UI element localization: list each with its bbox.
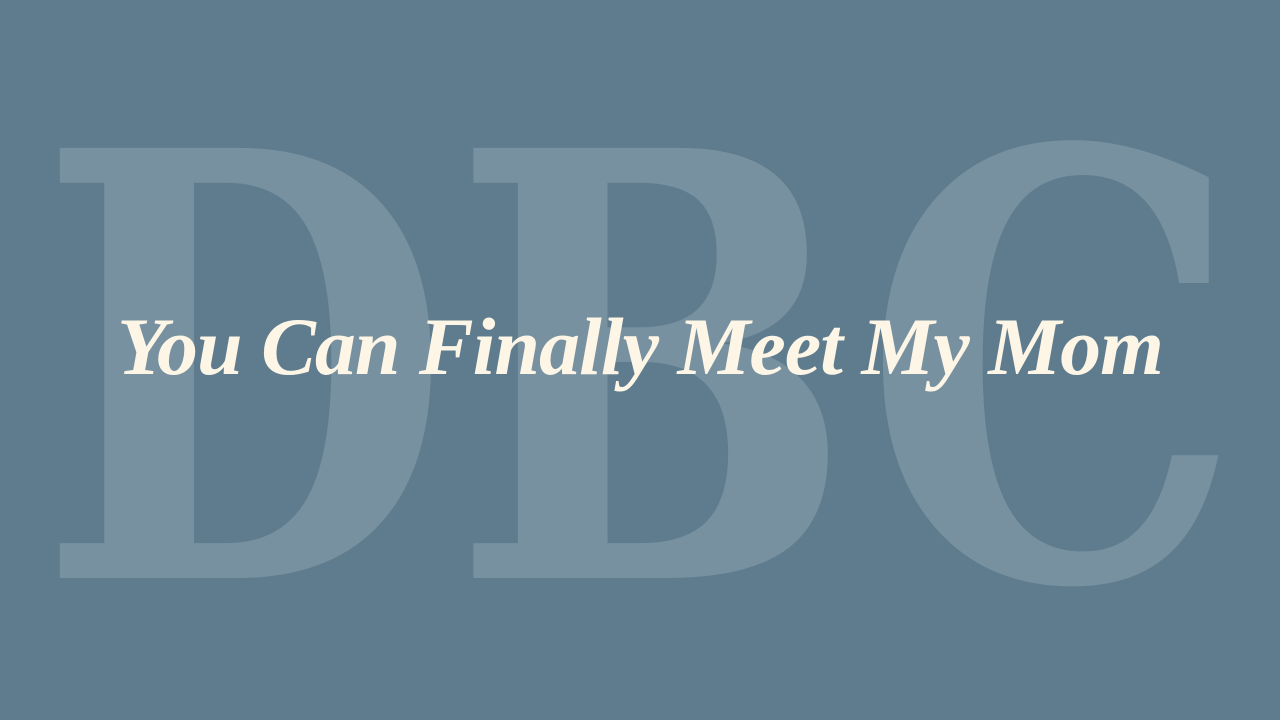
slide-canvas: DBC You Can Finally Meet My Mom	[0, 0, 1280, 720]
slide-title: You Can Finally Meet My Mom	[117, 301, 1164, 392]
